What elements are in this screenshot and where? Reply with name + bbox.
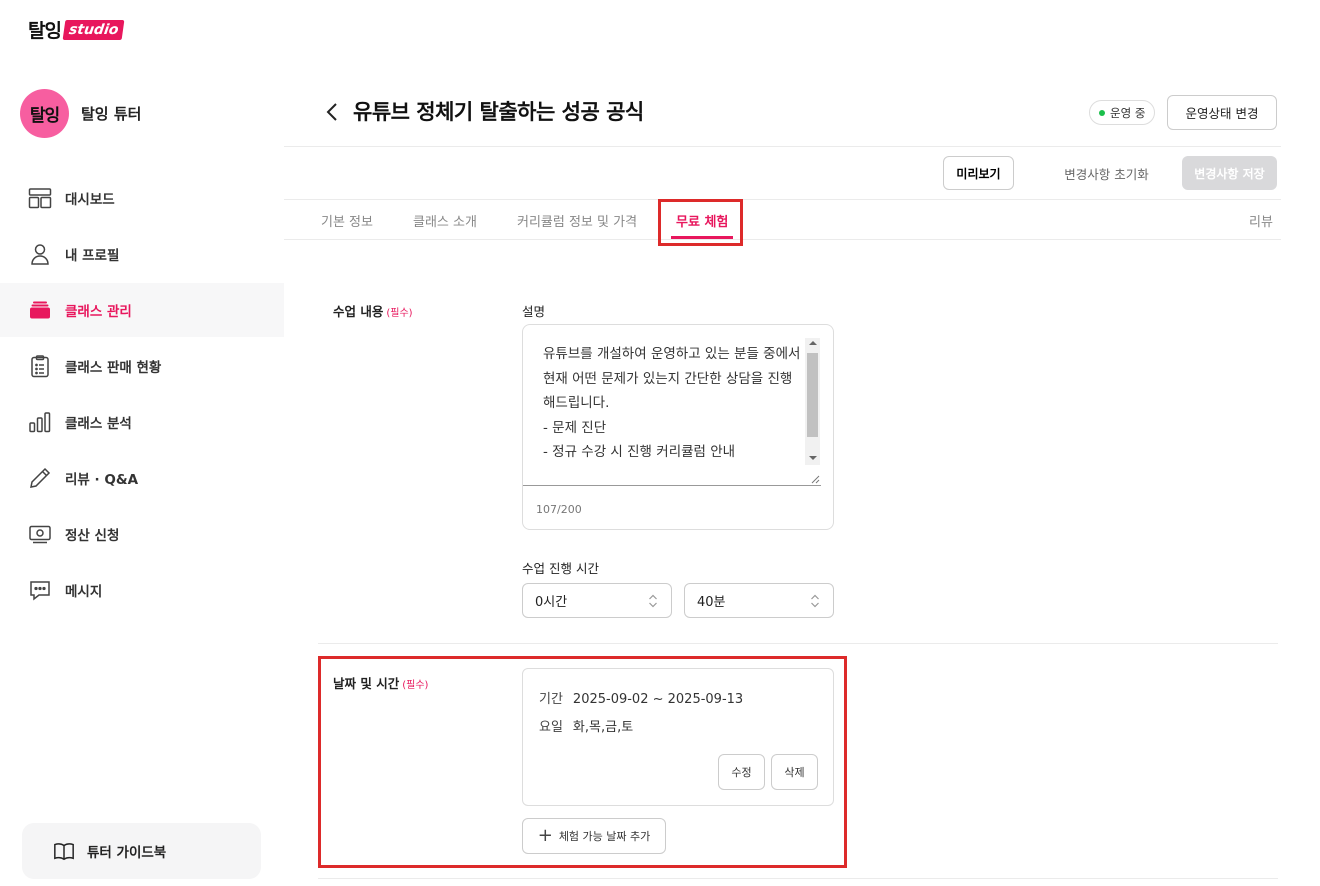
- minutes-value: 40분: [697, 595, 726, 610]
- description-scrollbar[interactable]: [805, 338, 820, 465]
- hours-value: 0시간: [535, 595, 568, 610]
- save-changes-button[interactable]: 변경사항 저장: [1182, 156, 1277, 190]
- actions-divider: [284, 199, 1281, 200]
- bar-chart-icon: [28, 410, 52, 434]
- description-label: 설명: [522, 304, 546, 319]
- chevron-left-icon: [326, 103, 337, 121]
- back-button[interactable]: [322, 100, 342, 124]
- tab-highlight-box: [658, 199, 743, 246]
- sidebar-item-label: 내 프로필: [65, 248, 120, 264]
- sidebar-item-settlement[interactable]: 정산 신청: [0, 507, 284, 561]
- duration-label: 수업 진행 시간: [522, 561, 599, 576]
- bottom-divider: [318, 878, 1278, 879]
- status-text: 운영 중: [1110, 105, 1146, 120]
- tutor-profile[interactable]: 탈잉 탈잉 튜터: [20, 89, 141, 138]
- sidebar-item-label: 클래스 관리: [65, 304, 132, 320]
- section-divider: [318, 643, 1278, 644]
- preview-button[interactable]: 미리보기: [943, 156, 1014, 190]
- sidebar-item-label: 정산 신청: [65, 528, 120, 544]
- required-mark: (필수): [386, 308, 413, 319]
- book-icon: [54, 843, 74, 861]
- scroll-down-arrow-icon[interactable]: [809, 456, 817, 460]
- avatar: 탈잉: [20, 89, 69, 138]
- updown-chevron-icon: [649, 594, 657, 608]
- tab-curriculum-price[interactable]: 커리큘럼 정보 및 가격: [517, 202, 637, 238]
- tabs-divider: [284, 239, 1281, 240]
- resize-handle-icon[interactable]: [810, 474, 820, 484]
- clipboard-icon: [28, 354, 52, 378]
- description-field[interactable]: 유튜브를 개설하여 운영하고 있는 분들 중에서 현재 어떤 문제가 있는지 간…: [522, 324, 834, 530]
- dashboard-icon: [28, 186, 52, 210]
- guide-label: 튜터 가이드북: [87, 845, 167, 861]
- status-badge: 운영 중: [1089, 100, 1156, 125]
- header-divider: [284, 146, 1281, 147]
- sidebar-item-sales[interactable]: 클래스 판매 현황: [0, 339, 284, 393]
- textarea-bottom-border: [523, 485, 821, 486]
- logo-studio-badge: studio: [62, 19, 125, 40]
- pencil-icon: [28, 466, 52, 490]
- brand-logo[interactable]: 탈잉 studio: [28, 16, 125, 43]
- page-title: 유튜브 정체기 탈출하는 성공 공식: [353, 100, 644, 124]
- sidebar-item-label: 클래스 분석: [65, 416, 132, 432]
- change-status-button[interactable]: 운영상태 변경: [1167, 95, 1277, 130]
- scroll-up-arrow-icon[interactable]: [809, 341, 817, 345]
- reset-changes-button[interactable]: 변경사항 초기화: [1049, 156, 1164, 190]
- sidebar-item-label: 클래스 판매 현황: [65, 360, 162, 376]
- description-textarea[interactable]: 유튜브를 개설하여 운영하고 있는 분들 중에서 현재 어떤 문제가 있는지 간…: [543, 342, 803, 465]
- logo-main-text: 탈잉: [28, 20, 62, 42]
- profile-name: 탈잉 튜터: [81, 105, 142, 123]
- schedule-highlight-box: [318, 656, 847, 868]
- status-dot-icon: [1099, 109, 1105, 116]
- user-icon: [28, 242, 52, 266]
- char-counter: 107/200: [536, 503, 582, 516]
- hours-select[interactable]: 0시간: [522, 583, 672, 618]
- sidebar-item-analytics[interactable]: 클래스 분석: [0, 395, 284, 449]
- class-stack-icon: [28, 298, 52, 322]
- tutor-guidebook-button[interactable]: 튜터 가이드북: [22, 823, 261, 879]
- sidebar-item-messages[interactable]: 메시지: [0, 563, 284, 617]
- sidebar-item-label: 대시보드: [65, 192, 115, 208]
- sidebar-nav: 대시보드 내 프로필 클래스 관리 클래스 판매 현황 클래스 분석 리뷰 · …: [0, 171, 284, 619]
- sidebar-item-dashboard[interactable]: 대시보드: [0, 171, 284, 225]
- scroll-thumb[interactable]: [807, 353, 818, 437]
- sidebar-item-class-management[interactable]: 클래스 관리: [0, 283, 284, 337]
- tab-class-intro[interactable]: 클래스 소개: [413, 202, 477, 238]
- chat-icon: [28, 578, 52, 602]
- updown-chevron-icon: [811, 594, 819, 608]
- tab-basic-info[interactable]: 기본 정보: [321, 202, 373, 238]
- minutes-select[interactable]: 40분: [684, 583, 834, 618]
- sidebar-item-profile[interactable]: 내 프로필: [0, 227, 284, 281]
- tab-reviews[interactable]: 리뷰: [1249, 202, 1273, 238]
- sidebar-item-reviews[interactable]: 리뷰 · Q&A: [0, 451, 284, 505]
- content-label: 수업 내용 (필수): [333, 304, 413, 319]
- sidebar-item-label: 메시지: [65, 584, 103, 600]
- sidebar-item-label: 리뷰 · Q&A: [65, 472, 139, 488]
- money-icon: [28, 522, 52, 546]
